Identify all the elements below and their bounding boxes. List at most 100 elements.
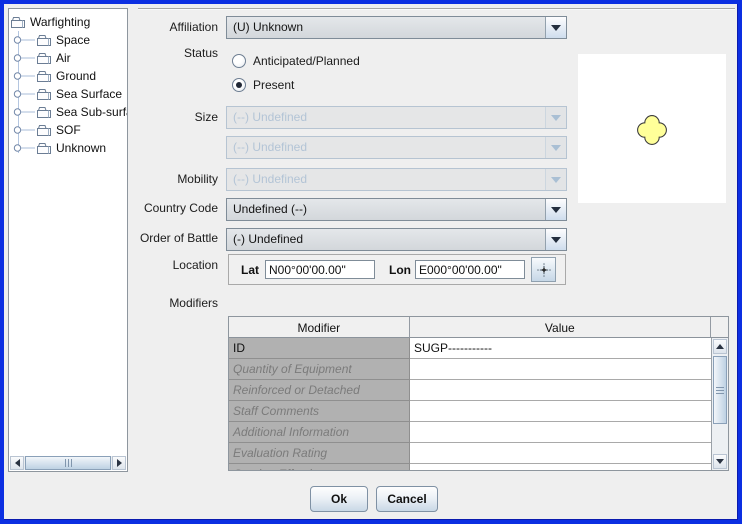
thumb-grip-icon [716,390,724,391]
folder-icon [36,70,52,83]
order-of-battle-value: (-) Undefined [227,229,545,250]
radio-label: Anticipated/Planned [253,54,360,68]
scrollbar-corner [711,317,728,338]
dropdown-arrow-button [545,107,566,128]
affiliation-value: (U) Unknown [227,17,545,38]
value-cell[interactable] [410,359,713,380]
scroll-down-button[interactable] [713,454,727,469]
value-cell[interactable]: SUGP----------- [410,338,713,359]
value-cell[interactable] [410,380,713,401]
ok-button[interactable]: Ok [310,486,368,512]
tree-expand-icon[interactable] [12,107,36,117]
symbol-editor-dialog: Warfighting Space Air Ground Sea Surface… [0,0,742,524]
modifier-cell: Combat Effectiveness [229,464,410,471]
table-row-evaluation-rating: Evaluation Rating [229,443,713,464]
tree-expand-icon[interactable] [12,143,36,153]
table-vertical-scrollbar[interactable] [711,338,728,470]
symbol-preview-panel [578,54,726,203]
panel-top-divider [138,8,735,10]
radio-selected-icon[interactable] [232,78,246,92]
tree-node-sea-surface[interactable]: Sea Surface [12,85,128,103]
value-cell[interactable] [410,401,713,422]
chevron-down-icon [551,115,561,121]
modifier-cell: ID [229,338,410,359]
tree-expand-icon[interactable] [12,125,36,135]
scroll-left-button[interactable] [10,456,24,470]
arrow-right-icon [117,459,122,467]
table-row-id: ID SUGP----------- [229,338,713,359]
tree-node-label: Unknown [56,141,106,155]
status-option-present[interactable]: Present [232,77,294,93]
table-row-additional-info: Additional Information [229,422,713,443]
folder-icon [36,106,52,119]
tree-expand-icon[interactable] [12,53,36,63]
lat-label: Lat [241,263,259,277]
dropdown-arrow-button[interactable] [545,199,566,220]
chevron-down-icon [551,25,561,31]
latitude-input[interactable] [265,260,375,279]
order-of-battle-combobox[interactable]: (-) Undefined [226,228,567,251]
table-row-reinforced: Reinforced or Detached [229,380,713,401]
affiliation-combobox[interactable]: (U) Unknown [226,16,567,39]
folder-icon [36,88,52,101]
folder-icon [36,34,52,47]
folder-icon [36,142,52,155]
table-header: Modifier Value [229,317,728,338]
modifiers-label: Modifiers [84,296,218,310]
country-code-label: Country Code [84,201,218,215]
tree-node-label: Air [56,51,71,65]
tree-node-label: Ground [56,69,96,83]
longitude-input[interactable] [415,260,525,279]
table-body: ID SUGP----------- Quantity of Equipment… [229,338,713,471]
tree-expand-icon[interactable] [12,35,36,45]
tree-node-unknown[interactable]: Unknown [12,139,128,157]
unknown-symbol-icon [634,112,670,148]
crosshair-icon [536,262,552,278]
scroll-up-button[interactable] [713,339,727,354]
location-panel: Lat Lon [228,254,566,285]
lon-label: Lon [389,263,411,277]
value-cell[interactable] [410,464,713,471]
size-combobox-1: (--) Undefined [226,106,567,129]
modifiers-table: Modifier Value ID SUGP----------- Quanti… [228,316,729,471]
table-row-staff-comments: Staff Comments [229,401,713,422]
modifier-cell: Quantity of Equipment [229,359,410,380]
folder-icon [10,16,26,29]
mobility-combobox: (--) Undefined [226,168,567,191]
value-cell[interactable] [410,443,713,464]
order-of-battle-label: Order of Battle [84,231,218,245]
country-code-combobox[interactable]: Undefined (--) [226,198,567,221]
size-value-1: (--) Undefined [227,107,545,128]
dropdown-arrow-button[interactable] [545,229,566,250]
tree-node-label: Sea Surface [56,87,122,101]
tree-node-label: Space [56,33,90,47]
cancel-button[interactable]: Cancel [376,486,438,512]
size-value-2: (--) Undefined [227,137,545,158]
radio-unselected-icon[interactable] [232,54,246,68]
value-cell[interactable] [410,422,713,443]
modifier-cell: Additional Information [229,422,410,443]
affiliation-label: Affiliation [84,20,218,34]
radio-label: Present [253,78,294,92]
arrow-up-icon [716,344,724,349]
mobility-value: (--) Undefined [227,169,545,190]
pick-location-button[interactable] [531,257,556,282]
horizontal-scrollbar-thumb[interactable] [25,456,111,470]
size-combobox-2: (--) Undefined [226,136,567,159]
folder-icon [36,124,52,137]
vertical-scrollbar-thumb[interactable] [713,356,727,424]
tree-expand-icon[interactable] [12,89,36,99]
scroll-right-button[interactable] [112,456,126,470]
column-header-modifier[interactable]: Modifier [229,317,410,338]
chevron-down-icon [551,237,561,243]
tree-node-ground[interactable]: Ground [12,67,128,85]
status-option-anticipated[interactable]: Anticipated/Planned [232,53,360,69]
folder-icon [36,52,52,65]
mobility-label: Mobility [84,172,218,186]
column-header-value[interactable]: Value [410,317,711,338]
tree-expand-icon[interactable] [12,71,36,81]
dropdown-arrow-button[interactable] [545,17,566,38]
chevron-down-icon [551,177,561,183]
location-label: Location [84,258,218,272]
tree-horizontal-scrollbar[interactable] [10,456,126,470]
